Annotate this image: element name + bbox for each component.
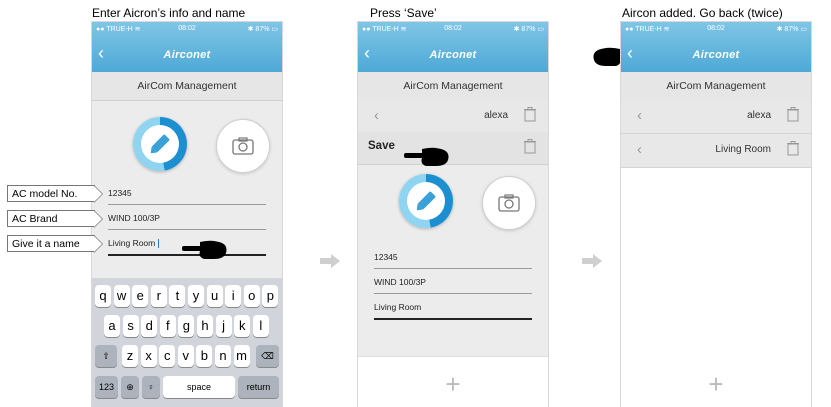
key-i[interactable]: i [225,285,242,307]
camera-icon [232,137,254,155]
camera-button[interactable] [482,176,536,230]
trash-icon[interactable] [524,107,536,122]
ac-name-value: Living Room [108,238,156,248]
page-title: AirCom Management [92,72,282,101]
key-s[interactable]: s [122,315,139,337]
add-button[interactable]: + [621,369,811,400]
key-d[interactable]: d [141,315,158,337]
trash-icon[interactable] [787,141,799,156]
space-key[interactable]: space [163,376,235,398]
key-v[interactable]: v [177,345,194,367]
aircon-row[interactable]: ‹ Living Room [621,134,811,168]
next-step-arrow [582,254,602,268]
shift-key[interactable]: ⇧ [95,345,117,367]
app-header: ●● TRUE-H ≋ 08:02 ✱ 87% ▭ ‹ Airconet [621,22,811,72]
key-t[interactable]: t [169,285,186,307]
aircon-row[interactable]: ‹ alexa [358,100,548,134]
add-bar: + [621,357,811,407]
pencil-icon [150,134,170,154]
aircon-name: alexa [747,110,771,121]
chevron-left-icon: ‹ [637,107,642,124]
key-w[interactable]: w [113,285,130,307]
key-f[interactable]: f [159,315,176,337]
page-title: AirCom Management [621,72,811,101]
key-n[interactable]: n [215,345,231,367]
page-title: AirCom Management [358,72,548,101]
key-x[interactable]: x [140,345,157,367]
airconet-logo: Airconet [692,49,740,61]
callout-name: Give it a name [7,235,103,253]
text-cursor [158,239,160,249]
step2-caption: Press ‘Save’ [370,6,437,20]
camera-button[interactable] [216,119,270,173]
chevron-left-icon: ‹ [637,141,642,158]
key-m[interactable]: m [233,345,250,367]
save-button[interactable]: Save [368,140,395,152]
battery-label: ✱ 87% ▭ [513,26,544,33]
key-h[interactable]: h [197,315,213,337]
callout-model: AC model No. [7,185,103,203]
ac-name-field[interactable]: Living Room [374,298,532,320]
edit-icon-button[interactable] [399,174,453,228]
phone-screen-2: ●● TRUE-H ≋ 08:02 ✱ 87% ▭ ‹ Airconet Air… [358,22,548,407]
airconet-logo: Airconet [163,49,211,61]
ac-model-field[interactable]: 12345 [374,248,532,269]
key-u[interactable]: u [206,285,223,307]
key-a[interactable]: a [104,315,120,337]
pointing-hand-icon [404,147,449,166]
backspace-key[interactable]: ⌫ [256,345,279,367]
aircon-name: alexa [484,110,508,121]
key-l[interactable]: l [252,315,269,337]
aircon-row[interactable]: ‹ alexa [621,100,811,134]
key-j[interactable]: j [215,315,232,337]
key-e[interactable]: e [132,285,149,307]
key-p[interactable]: p [262,285,279,307]
app-header: ●● TRUE-H ≋ 08:02 ✱ 87% ▭ ‹ Airconet [92,22,282,72]
key-r[interactable]: r [150,285,167,307]
pencil-icon [416,191,436,211]
edit-icon-button[interactable] [133,117,187,171]
airconet-logo: Airconet [429,49,477,61]
key-q[interactable]: q [95,285,111,307]
ac-brand-field[interactable]: WIND 100/3P [108,209,266,230]
status-bar: ●● TRUE-H ≋ 08:02 ✱ 87% ▭ [96,25,278,35]
onscreen-keyboard: q w e r t y u i o p a s d f g h j k l ⇧ z x c v b n m ⌫ 123 ⊕ ♀ space re… [92,278,282,407]
numbers-key[interactable]: 123 [95,376,118,398]
ac-model-field[interactable]: 12345 [108,184,266,205]
key-o[interactable]: o [243,285,260,307]
ac-brand-field[interactable]: WIND 100/3P [374,273,532,294]
trash-icon[interactable] [524,139,536,154]
key-y[interactable]: y [188,285,204,307]
new-aircon-row: Save [358,132,548,165]
add-bar: + [358,356,548,407]
key-c[interactable]: c [159,345,176,367]
callout-brand: AC Brand [7,210,103,228]
battery-label: ✱ 87% ▭ [776,26,807,33]
camera-icon [498,194,520,212]
globe-key[interactable]: ⊕ [121,376,139,398]
key-z[interactable]: z [122,345,138,367]
app-header: ●● TRUE-H ≋ 08:02 ✱ 87% ▭ ‹ Airconet [358,22,548,72]
battery-label: ✱ 87% ▭ [247,26,278,33]
key-b[interactable]: b [196,345,213,367]
microphone-key[interactable]: ♀ [142,376,160,398]
next-step-arrow [320,254,340,268]
aircon-name: Living Room [715,144,771,155]
trash-icon[interactable] [787,107,799,122]
add-button[interactable]: + [358,369,548,400]
status-bar: ●● TRUE-H ≋ 08:02 ✱ 87% ▭ [362,25,544,35]
return-key[interactable]: return [238,376,279,398]
phone-screen-1: ●● TRUE-H ≋ 08:02 ✱ 87% ▭ ‹ Airconet Air… [92,22,282,407]
chevron-left-icon: ‹ [374,107,379,124]
phone-screen-3: ●● TRUE-H ≋ 08:02 ✱ 87% ▭ ‹ Airconet Air… [621,22,811,407]
key-k[interactable]: k [234,315,251,337]
pointing-hand-icon [182,240,227,259]
status-bar: ●● TRUE-H ≋ 08:02 ✱ 87% ▭ [625,25,807,35]
step1-caption: Enter Aicron’s info and name [92,6,246,20]
step3-caption: Aircon added. Go back (twice) [622,6,783,20]
key-g[interactable]: g [178,315,195,337]
